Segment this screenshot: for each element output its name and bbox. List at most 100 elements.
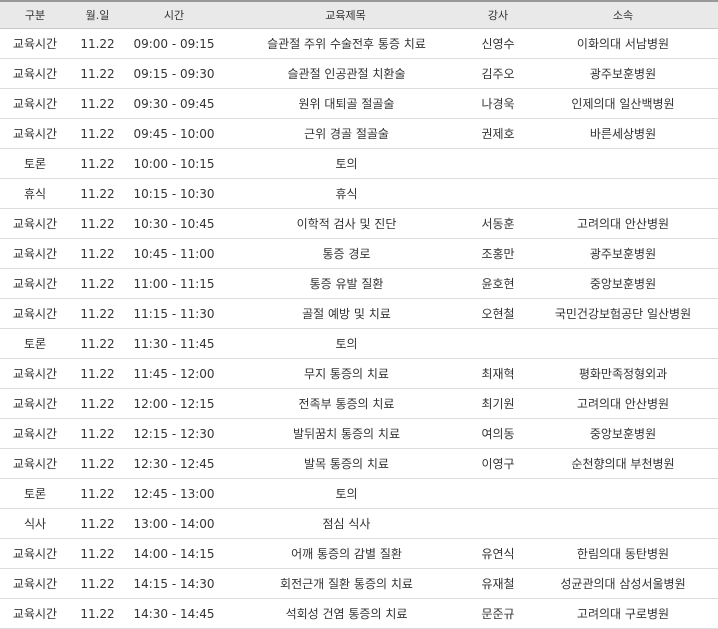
affiliation-cell: 평화만족정형외과 <box>528 358 718 389</box>
table-row: 교육시간 11.22 10:45 - 11:00 통증 경로 조홍만 광주보훈병원 <box>0 238 718 269</box>
category-cell: 식사 <box>0 508 70 539</box>
category-cell: 교육시간 <box>0 598 70 629</box>
lecturer-cell <box>468 478 528 509</box>
lecturer-cell: 유연식 <box>468 538 528 569</box>
table-row: 교육시간 11.22 11:00 - 11:15 통증 유발 질환 윤호현 중앙보훈병원 <box>0 268 718 299</box>
category-cell: 토론 <box>0 148 70 179</box>
time-cell: 11:15 - 11:30 <box>125 298 223 329</box>
title-cell: 이학적 검사 및 진단 <box>223 208 468 239</box>
title-cell: 통증 유발 질환 <box>223 268 468 299</box>
category-cell: 교육시간 <box>0 238 70 269</box>
time-cell: 11:45 - 12:00 <box>125 358 223 389</box>
lecturer-cell: 여의동 <box>468 418 528 449</box>
time-cell: 10:30 - 10:45 <box>125 208 223 239</box>
title-cell: 원위 대퇴골 절골술 <box>223 88 468 119</box>
title-cell: 휴식 <box>223 178 468 209</box>
affiliation-cell: 순천향의대 부천병원 <box>528 448 718 479</box>
category-cell: 휴식 <box>0 178 70 209</box>
time-cell: 12:30 - 12:45 <box>125 448 223 479</box>
lecturer-cell: 나경욱 <box>468 88 528 119</box>
date-cell: 11.22 <box>70 178 125 209</box>
category-cell: 교육시간 <box>0 88 70 119</box>
table-row: 교육시간 11.22 12:15 - 12:30 발뒤꿈치 통증의 치료 여의동 중앙보훈… <box>0 418 718 449</box>
affiliation-cell: 인제의대 일산백병원 <box>528 88 718 119</box>
date-cell: 11.22 <box>70 298 125 329</box>
date-cell: 11.22 <box>70 418 125 449</box>
affiliation-cell: 국민건강보험공단 일산병원 <box>528 298 718 329</box>
time-cell: 11:00 - 11:15 <box>125 268 223 299</box>
header-time: 시간 <box>125 0 223 29</box>
title-cell: 발목 통증의 치료 <box>223 448 468 479</box>
lecturer-cell <box>468 328 528 359</box>
affiliation-cell <box>528 178 718 209</box>
lecturer-cell: 이영구 <box>468 448 528 479</box>
title-cell: 슬관절 주위 수술전후 통증 치료 <box>223 28 468 59</box>
time-cell: 10:00 - 10:15 <box>125 148 223 179</box>
title-cell: 발뒤꿈치 통증의 치료 <box>223 418 468 449</box>
title-cell: 점심 식사 <box>223 508 468 539</box>
category-cell: 교육시간 <box>0 568 70 599</box>
table-row: 교육시간 11.22 14:30 - 14:45 석회성 건염 통증의 치료 문준규 고려… <box>0 598 718 629</box>
header-title: 교육제목 <box>223 0 468 29</box>
category-cell: 교육시간 <box>0 298 70 329</box>
affiliation-cell: 광주보훈병원 <box>528 238 718 269</box>
table-row: 토론 11.22 12:45 - 13:00 토의 <box>0 478 718 509</box>
time-cell: 13:00 - 14:00 <box>125 508 223 539</box>
schedule-body: 교육시간 11.22 09:00 - 09:15 슬관절 주위 수술전후 통증 치료 신… <box>0 28 718 629</box>
affiliation-cell: 중앙보훈병원 <box>528 418 718 449</box>
date-cell: 11.22 <box>70 208 125 239</box>
date-cell: 11.22 <box>70 88 125 119</box>
time-cell: 12:00 - 12:15 <box>125 388 223 419</box>
time-cell: 10:45 - 11:00 <box>125 238 223 269</box>
date-cell: 11.22 <box>70 28 125 59</box>
date-cell: 11.22 <box>70 148 125 179</box>
lecturer-cell: 권제호 <box>468 118 528 149</box>
table-row: 교육시간 11.22 09:00 - 09:15 슬관절 주위 수술전후 통증 치료 신… <box>0 28 718 59</box>
date-cell: 11.22 <box>70 598 125 629</box>
lecturer-cell <box>468 508 528 539</box>
title-cell: 토의 <box>223 478 468 509</box>
header-date: 월.일 <box>70 0 125 29</box>
table-row: 교육시간 11.22 09:45 - 10:00 근위 경골 절골술 권제호 바른세상병원 <box>0 118 718 149</box>
affiliation-cell <box>528 148 718 179</box>
date-cell: 11.22 <box>70 388 125 419</box>
title-cell: 토의 <box>223 328 468 359</box>
lecturer-cell <box>468 148 528 179</box>
category-cell: 토론 <box>0 478 70 509</box>
category-cell: 교육시간 <box>0 418 70 449</box>
affiliation-cell <box>528 328 718 359</box>
lecturer-cell: 윤호현 <box>468 268 528 299</box>
category-cell: 교육시간 <box>0 268 70 299</box>
date-cell: 11.22 <box>70 118 125 149</box>
time-cell: 14:30 - 14:45 <box>125 598 223 629</box>
affiliation-cell: 고려의대 안산병원 <box>528 388 718 419</box>
title-cell: 골절 예방 및 치료 <box>223 298 468 329</box>
time-cell: 09:45 - 10:00 <box>125 118 223 149</box>
affiliation-cell: 성균관의대 삼성서울병원 <box>528 568 718 599</box>
time-cell: 09:30 - 09:45 <box>125 88 223 119</box>
category-cell: 토론 <box>0 328 70 359</box>
table-row: 토론 11.22 11:30 - 11:45 토의 <box>0 328 718 359</box>
table-row: 교육시간 11.22 12:00 - 12:15 전족부 통증의 치료 최기원 고려의대 … <box>0 388 718 419</box>
title-cell: 슬관절 인공관절 치환술 <box>223 58 468 89</box>
category-cell: 교육시간 <box>0 538 70 569</box>
date-cell: 11.22 <box>70 268 125 299</box>
date-cell: 11.22 <box>70 538 125 569</box>
time-cell: 14:15 - 14:30 <box>125 568 223 599</box>
category-cell: 교육시간 <box>0 58 70 89</box>
header-category: 구분 <box>0 0 70 29</box>
affiliation-cell <box>528 478 718 509</box>
title-cell: 무지 통증의 치료 <box>223 358 468 389</box>
lecturer-cell <box>468 178 528 209</box>
affiliation-cell: 고려의대 안산병원 <box>528 208 718 239</box>
date-cell: 11.22 <box>70 448 125 479</box>
table-row: 토론 11.22 10:00 - 10:15 토의 <box>0 148 718 179</box>
lecturer-cell: 조홍만 <box>468 238 528 269</box>
lecturer-cell: 최재혁 <box>468 358 528 389</box>
table-row: 교육시간 11.22 11:45 - 12:00 무지 통증의 치료 최재혁 평화만족정형… <box>0 358 718 389</box>
title-cell: 근위 경골 절골술 <box>223 118 468 149</box>
time-cell: 09:15 - 09:30 <box>125 58 223 89</box>
affiliation-cell <box>528 508 718 539</box>
time-cell: 12:15 - 12:30 <box>125 418 223 449</box>
header-affiliation: 소속 <box>528 0 718 29</box>
